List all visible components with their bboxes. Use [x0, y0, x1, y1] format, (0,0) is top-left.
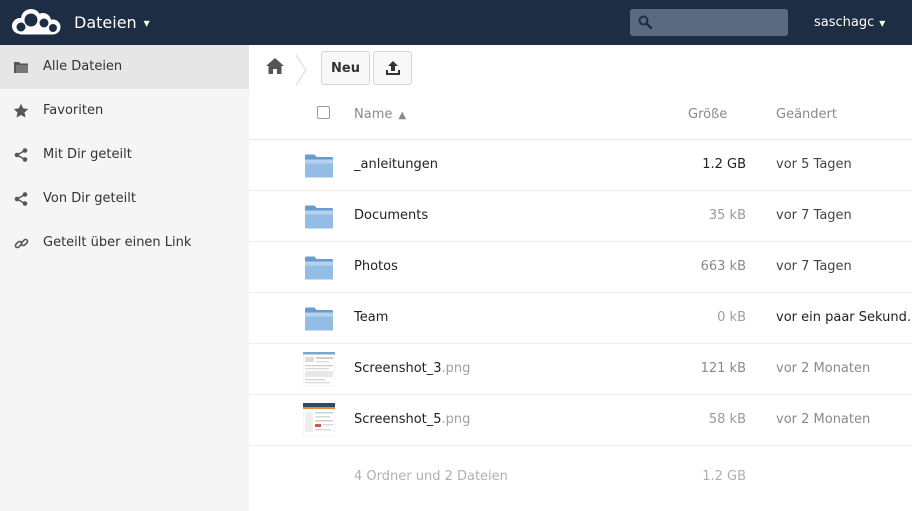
file-table-header: Name ▲ Größe Geändert [249, 90, 912, 140]
file-modified: vor 5 Tagen [776, 157, 852, 172]
file-modified: vor 2 Monaten [776, 361, 871, 376]
column-header-name: Name [354, 107, 393, 122]
file-row[interactable]: Screenshot_5.png 58 kB vor 2 Monaten [249, 395, 912, 446]
sidebar-item-favorites[interactable]: Favoriten [0, 89, 249, 133]
home-icon[interactable] [265, 57, 285, 75]
file-basename: Screenshot_5 [354, 412, 442, 427]
sidebar-item-shared-with-you[interactable]: Mit Dir geteilt [0, 133, 249, 177]
column-header-modified: Geändert [776, 107, 837, 122]
folder-icon [12, 58, 30, 76]
caret-down-icon: ▾ [143, 15, 150, 30]
column-header-size: Größe [688, 107, 728, 122]
breadcrumb-separator [295, 55, 307, 85]
sort-by-size[interactable]: Größe [688, 107, 727, 122]
folder-icon [305, 205, 333, 229]
sort-by-modified[interactable]: Geändert [776, 107, 837, 122]
link-icon [12, 234, 30, 252]
app-menu-toggle[interactable]: Dateien ▾ [74, 13, 150, 32]
file-name[interactable]: Screenshot_5.png [354, 412, 470, 427]
username: saschagc [814, 15, 875, 30]
file-size: 35 kB [708, 208, 746, 223]
new-button-label: Neu [331, 60, 360, 76]
sidebar-item-label: Von Dir geteilt [43, 191, 136, 206]
sidebar-item-shared-by-you[interactable]: Von Dir geteilt [0, 177, 249, 221]
sort-ascending-icon: ▲ [398, 110, 407, 121]
file-modified: vor 2 Monaten [776, 412, 871, 427]
top-header: Dateien ▾ saschagc ▾ [0, 0, 912, 45]
select-all-checkbox[interactable] [317, 106, 330, 119]
upload-button[interactable] [373, 51, 412, 85]
sidebar-item-label: Mit Dir geteilt [43, 147, 132, 162]
file-size: 58 kB [708, 412, 746, 427]
share-icon [12, 190, 30, 208]
file-modified: vor 7 Tagen [776, 208, 852, 223]
file-size: 663 kB [700, 259, 746, 274]
file-row[interactable]: Screenshot_3.png 121 kB vor 2 Monaten [249, 344, 912, 395]
sidebar-item-label: Alle Dateien [43, 59, 123, 74]
file-modified: vor ein paar Sekund… [776, 310, 912, 325]
file-name[interactable]: Team [354, 310, 388, 325]
star-icon [12, 102, 30, 120]
file-name[interactable]: _anleitungen [354, 157, 438, 172]
file-row[interactable]: Documents 35 kB vor 7 Tagen [249, 191, 912, 242]
file-modified: vor 7 Tagen [776, 259, 852, 274]
file-size: 1.2 GB [702, 157, 746, 172]
folder-icon [305, 154, 333, 178]
file-row[interactable]: _anleitungen 1.2 GB vor 5 Tagen [249, 140, 912, 191]
user-menu[interactable]: saschagc ▾ [814, 15, 885, 30]
sidebar-item-all-files[interactable]: Alle Dateien [0, 45, 249, 89]
file-name[interactable]: Documents [354, 208, 428, 223]
owncloud-logo-icon[interactable] [10, 7, 62, 37]
file-size: 0 kB [717, 310, 746, 325]
file-summary: 4 Ordner und 2 Dateien 1.2 GB [249, 446, 912, 506]
sort-by-name[interactable]: Name ▲ [354, 107, 406, 122]
file-extension: .png [441, 412, 471, 427]
summary-size: 1.2 GB [702, 469, 746, 484]
file-name[interactable]: Photos [354, 259, 398, 274]
sidebar-item-label: Favoriten [43, 103, 104, 118]
file-basename: Screenshot_3 [354, 361, 442, 376]
file-row[interactable]: Photos 663 kB vor 7 Tagen [249, 242, 912, 293]
folder-icon [305, 256, 333, 280]
upload-icon [385, 61, 400, 75]
summary-text: 4 Ordner und 2 Dateien [354, 469, 508, 484]
sidebar-item-shared-by-link[interactable]: Geteilt über einen Link [0, 221, 249, 265]
file-extension: .png [441, 361, 471, 376]
image-thumbnail-icon [303, 352, 335, 386]
new-button[interactable]: Neu [321, 51, 370, 85]
sidebar-item-label: Geteilt über einen Link [43, 235, 192, 250]
search-input[interactable] [630, 9, 788, 36]
file-size: 121 kB [700, 361, 746, 376]
image-thumbnail-icon [303, 403, 335, 437]
folder-icon [305, 307, 333, 331]
share-icon [12, 146, 30, 164]
file-row[interactable]: Team 0 kB vor ein paar Sekund… [249, 293, 912, 344]
file-basename: _anleitungen [354, 157, 438, 172]
file-name[interactable]: Screenshot_3.png [354, 361, 470, 376]
sidebar: Alle Dateien Favoriten Mit Dir geteilt V… [0, 45, 249, 511]
app-title: Dateien [74, 13, 137, 32]
file-basename: Documents [354, 208, 429, 223]
file-basename: Team [354, 310, 389, 325]
search-icon [638, 15, 652, 29]
file-basename: Photos [354, 259, 398, 274]
caret-down-icon: ▾ [879, 15, 886, 30]
